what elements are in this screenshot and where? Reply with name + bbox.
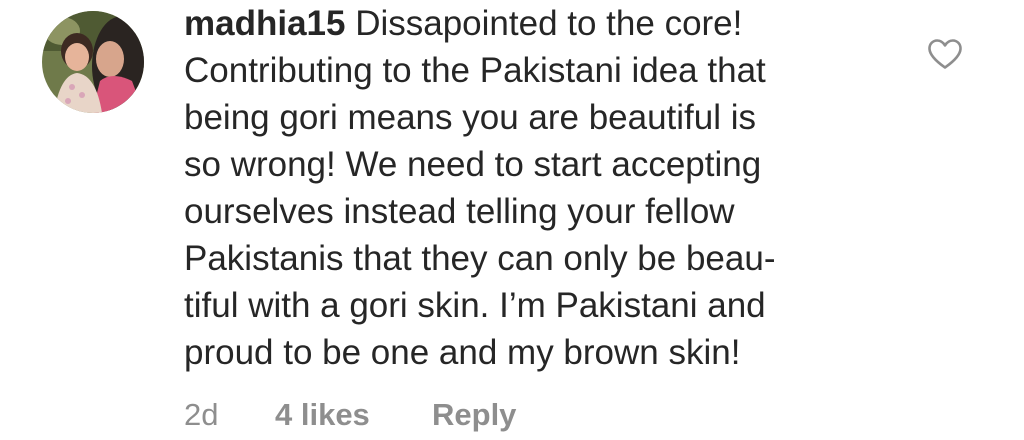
comment-username[interactable]: madhia15	[184, 4, 345, 43]
comment-line-text: Dissapointed to the core!	[355, 4, 743, 43]
reply-button[interactable]: Reply	[432, 393, 516, 437]
comment-line: ourselves instead telling your fellow	[184, 192, 735, 231]
like-heart-icon[interactable]	[927, 38, 963, 70]
avatar[interactable]	[42, 11, 144, 113]
comment-line: Contributing to the Pakistani idea that	[184, 51, 766, 90]
comment-line: so wrong! We need to start accepting	[184, 145, 762, 184]
comment-timestamp: 2d	[184, 397, 219, 432]
avatar-photo	[42, 11, 144, 113]
comment-line: tiful with a gori skin. I’m Pakistani an…	[184, 286, 766, 325]
heart-outline-icon	[928, 39, 962, 69]
likes-count-link[interactable]: 4 likes	[275, 393, 371, 437]
comment-line: proud to be one and my brown skin!	[184, 333, 741, 372]
comment-line: madhia15 Dissapointed to the core!	[184, 0, 884, 47]
comment-line: being gori means you are beautiful is	[184, 98, 757, 137]
comment-item: madhia15 Dissapointed to the core! Contr…	[0, 0, 1024, 440]
comment-line: Pakistanis that they can only be beau-	[184, 239, 776, 278]
comment-text: madhia15 Dissapointed to the core! Contr…	[184, 0, 884, 376]
comment-meta: 2d 4 likes Reply	[184, 393, 516, 437]
